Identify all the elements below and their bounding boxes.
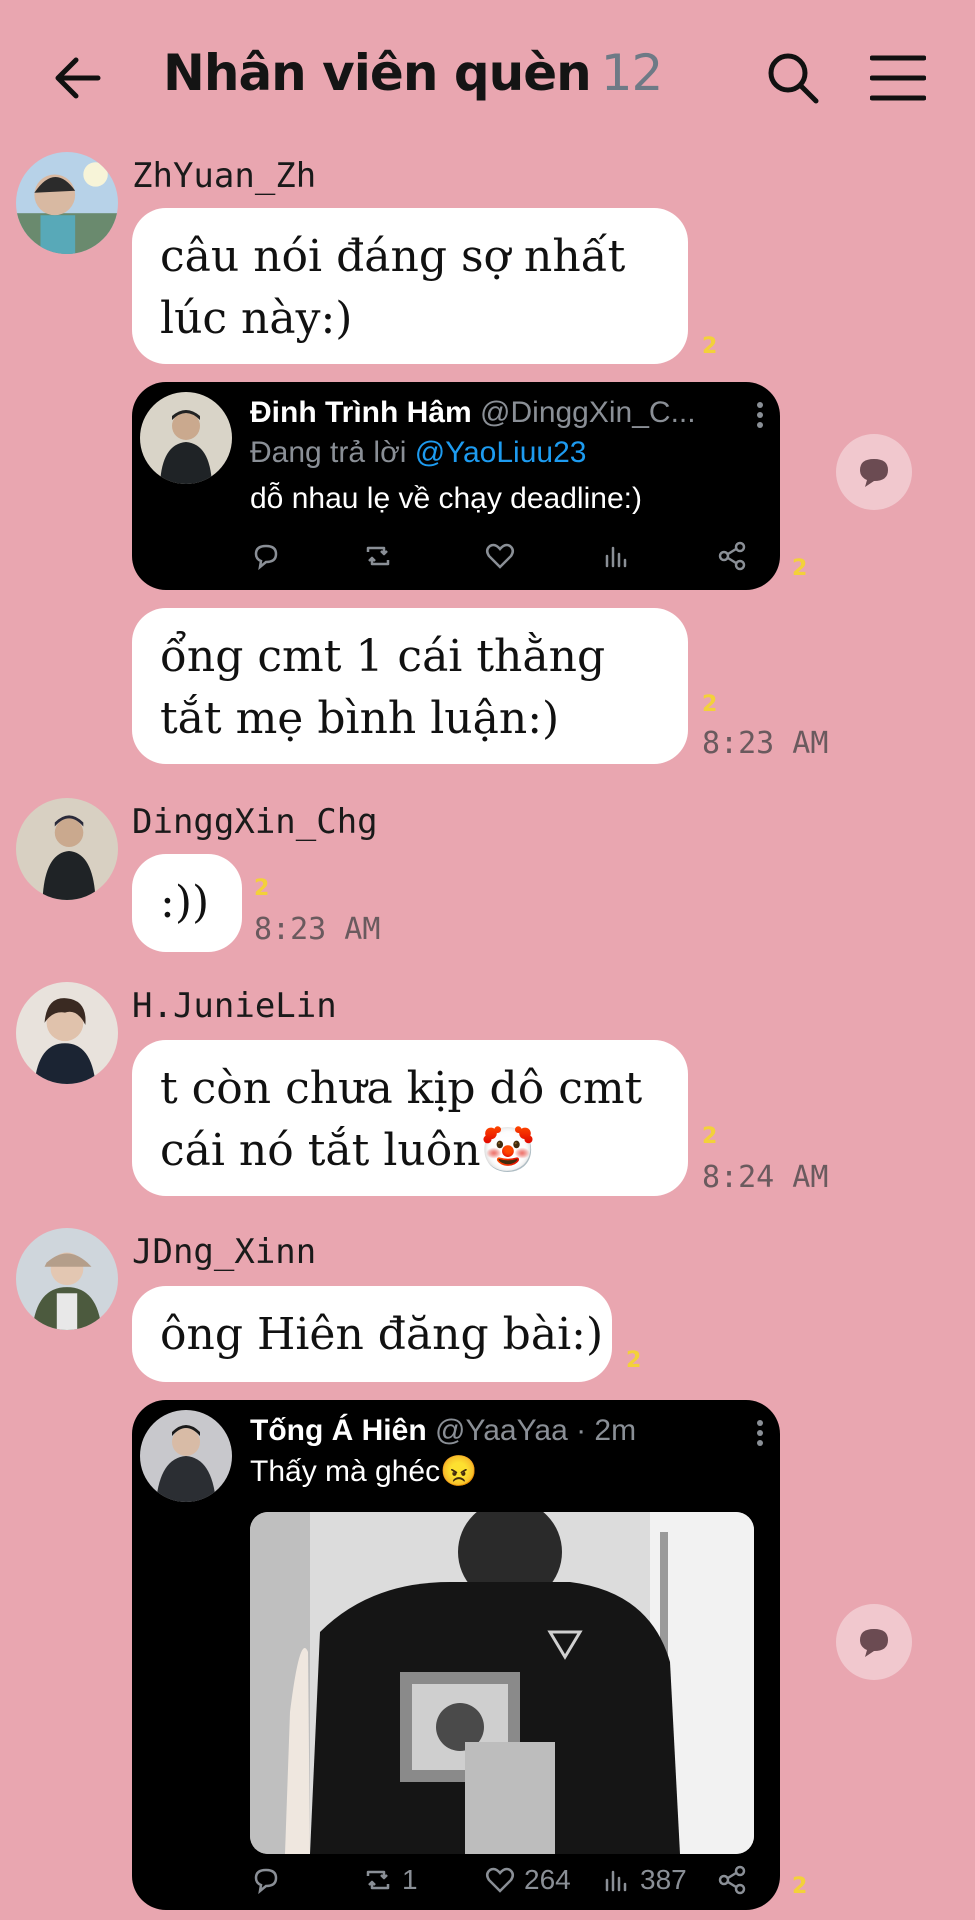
like-icon [486,1867,514,1893]
comment-icon[interactable] [836,434,912,510]
tweet-card[interactable]: Đinh Trình Hâm @DinggXin_C... Đang trả l… [132,382,780,590]
tweet-author-handle: @YaaYaa · 2m [435,1414,637,1447]
views-icon [605,1870,627,1892]
like-count: 264 [524,1864,571,1895]
share-icon[interactable] [716,1864,748,1896]
tweet-header: Tống Á Hiên @YaaYaa · 2m [250,1414,636,1448]
tweet-avatar [140,1410,232,1502]
tweet-media-image[interactable] [250,1512,754,1854]
retweet-count: 1 [402,1864,418,1895]
tweet-reply-context: Đang trả lời @YaoLiuu23 [250,436,586,470]
read-count: 2 [702,692,718,717]
views-icon[interactable] [600,540,632,572]
retweet-icon [366,1870,390,1890]
tweet-header: Đinh Trình Hâm @DinggXin_C... [250,396,696,430]
tweet-actions: 1 264 387 [132,1864,780,1904]
sender-name: ZhYuan_Zh [132,156,317,196]
share-icon[interactable] [716,540,748,572]
tweet-actions [132,540,780,580]
member-count: 12 [600,44,664,102]
read-count: 2 [792,556,808,581]
tweet-card[interactable]: Tống Á Hiên @YaaYaa · 2m Thấy mà ghéc😠 1 [132,1400,780,1910]
tweet-avatar [140,392,232,484]
message-text: :)) [160,877,210,928]
message-timestamp: 8:23 AM [254,912,381,947]
retweet-icon[interactable] [362,540,394,572]
more-vertical-icon[interactable] [754,400,766,430]
message-timestamp: 8:23 AM [702,726,829,761]
avatar-junielin[interactable] [16,982,118,1084]
avatar-zhyuan[interactable] [16,152,118,254]
read-count: 2 [626,1348,642,1373]
tweet-author-name: Đinh Trình Hâm [250,396,472,429]
read-count: 2 [792,1874,808,1899]
views-button[interactable]: 387 [600,1864,687,1896]
message-bubble[interactable]: ông Hiên đăng bài:) [132,1286,612,1382]
message-timestamp: 8:24 AM [702,1160,829,1195]
reply-icon[interactable] [250,540,282,572]
sender-name: JDng_Xinn [132,1232,317,1272]
avatar-dinggxin[interactable] [16,798,118,900]
tweet-text: Thấy mà ghéc😠 [250,1455,478,1488]
message-text: ổng cmt 1 cái thằng [160,631,606,682]
tweet-author-name: Tống Á Hiên [250,1414,427,1447]
reply-icon[interactable] [250,1864,282,1896]
hamburger-menu-icon[interactable] [869,54,927,102]
message-text: cái nó tắt luôn🤡 [160,1125,536,1176]
reply-prefix: Đang trả lời [250,436,407,469]
more-vertical-icon[interactable] [754,1418,766,1448]
message-text: lúc này:) [160,293,353,344]
message-bubble[interactable]: ổng cmt 1 cái thằng tắt mẹ bình luận:) [132,608,688,764]
like-button[interactable]: 264 [484,1864,571,1896]
read-count: 2 [702,1124,718,1149]
retweet-button[interactable]: 1 [362,1864,418,1896]
message-text: ông Hiên đăng bài:) [160,1309,604,1360]
tweet-text: dỗ nhau lẹ về chạy deadline:) [250,482,642,515]
message-bubble[interactable]: :)) [132,854,242,952]
message-text: tắt mẹ bình luận:) [160,693,560,744]
reply-mention[interactable]: @YaoLiuu23 [415,436,587,469]
sender-name: H.JunieLin [132,986,337,1026]
read-count: 2 [254,876,270,901]
chat-title: Nhân viên quèn 12 [163,44,664,102]
tweet-author-handle: @DinggXin_C... [480,396,696,429]
message-bubble[interactable]: câu nói đáng sợ nhất lúc này:) [132,208,688,364]
message-text: t còn chưa kịp dô cmt [160,1063,643,1114]
comment-icon[interactable] [836,1604,912,1680]
search-icon[interactable] [765,50,821,106]
top-bar: Nhân viên quèn 12 [0,0,975,150]
message-text: câu nói đáng sợ nhất [160,231,626,282]
views-count: 387 [640,1864,687,1895]
back-arrow-icon[interactable] [52,52,104,104]
avatar-jdngxinn[interactable] [16,1228,118,1330]
sender-name: DinggXin_Chg [132,802,378,842]
like-icon[interactable] [484,540,516,572]
group-name: Nhân viên quèn [163,44,592,102]
read-count: 2 [702,334,718,359]
message-bubble[interactable]: t còn chưa kịp dô cmt cái nó tắt luôn🤡 [132,1040,688,1196]
